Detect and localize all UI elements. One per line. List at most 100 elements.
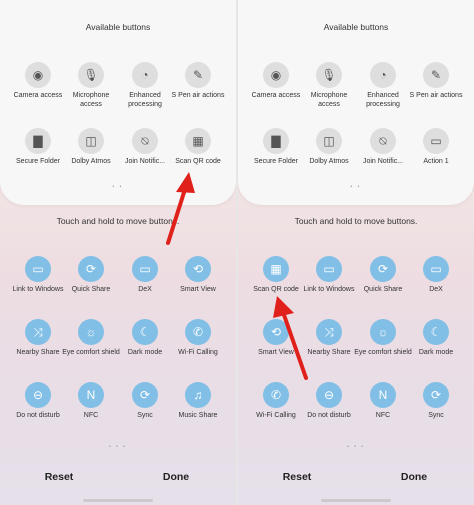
quick-setting-action[interactable]: ▭ Action 1 xyxy=(406,128,466,167)
quick-setting-pen[interactable]: ✎ S Pen air actions xyxy=(168,62,228,101)
wifi-calling-icon: ✆ xyxy=(185,319,211,345)
quick-setting-folder[interactable]: ▇ Secure Folder xyxy=(246,128,306,167)
quick-setting-dex[interactable]: ▭ DeX xyxy=(406,256,466,295)
home-indicator xyxy=(321,499,391,502)
quick-setting-wifi-calling[interactable]: ✆ Wi-Fi Calling xyxy=(246,382,306,421)
quick-setting-label: Link to Windows xyxy=(12,286,64,293)
dolby-icon: ◫ xyxy=(316,128,342,154)
quick-setting-label: Eye comfort shield xyxy=(62,349,120,356)
quick-setting-notification-off[interactable]: ⍉ Join Notific... xyxy=(353,128,413,167)
quick-setting-eye-comfort[interactable]: ☼ Eye comfort shield xyxy=(353,319,413,358)
sync-icon: ⟳ xyxy=(423,382,449,408)
qr-code-icon: ▦ xyxy=(185,128,211,154)
eye-comfort-icon: ☼ xyxy=(78,319,104,345)
reset-button[interactable]: Reset xyxy=(19,471,99,483)
quick-setting-camera[interactable]: ◉ Camera access xyxy=(8,62,68,101)
sync-icon: ⟳ xyxy=(132,382,158,408)
quick-setting-nfc[interactable]: N NFC xyxy=(61,382,121,421)
quick-setting-label: Dark mode xyxy=(127,349,163,356)
quick-setting-eye-comfort[interactable]: ☼ Eye comfort shield xyxy=(61,319,121,358)
notification-off-icon: ⍉ xyxy=(370,128,396,154)
quick-setting-label: NFC xyxy=(83,412,99,419)
quick-setting-label: Smart View xyxy=(180,286,216,293)
quick-setting-microphone[interactable]: 🎙 Microphone access xyxy=(61,62,121,109)
quick-setting-label: Dolby Atmos xyxy=(309,158,349,165)
quick-setting-label: Microphone access xyxy=(310,92,348,108)
done-button[interactable]: Done xyxy=(374,471,454,483)
quick-setting-dex[interactable]: ▭ DeX xyxy=(115,256,175,295)
page-indicator: • • • xyxy=(108,444,128,450)
quick-setting-link-to-windows[interactable]: ▭ Link to Windows xyxy=(8,256,68,295)
quick-setting-label: Sync xyxy=(137,412,153,419)
dex-icon: ▭ xyxy=(132,256,158,282)
available-buttons-card: Available buttons ◉ Camera access 🎙 Microph… xyxy=(238,0,474,205)
quick-setting-nfc[interactable]: N NFC xyxy=(353,382,413,421)
quick-setting-label: Quick Share xyxy=(363,286,403,293)
quick-setting-label: S Pen air actions xyxy=(171,92,225,99)
quick-setting-qr-code[interactable]: ▦ Scan QR code xyxy=(246,256,306,295)
quick-setting-label: Enhanced processing xyxy=(128,92,162,108)
pen-icon: ✎ xyxy=(185,62,211,88)
left-screenshot-panel: Available buttons ◉ Camera access 🎙 Microph… xyxy=(0,0,236,505)
quick-setting-label: Secure Folder xyxy=(254,158,298,165)
page-indicator: • • xyxy=(350,184,362,190)
quick-setting-smart-view[interactable]: ⟲ Smart View xyxy=(246,319,306,358)
quick-setting-label: Action 1 xyxy=(423,158,449,165)
quick-setting-music-share[interactable]: ♫ Music Share xyxy=(168,382,228,421)
quick-setting-label: Do not disturb xyxy=(307,412,351,419)
quick-setting-sync[interactable]: ⟳ Sync xyxy=(406,382,466,421)
quick-setting-sync[interactable]: ⟳ Sync xyxy=(115,382,175,421)
available-buttons-title: Available buttons xyxy=(85,22,151,32)
quick-setting-label: Secure Folder xyxy=(16,158,60,165)
quick-setting-link-to-windows[interactable]: ▭ Link to Windows xyxy=(299,256,359,295)
quick-setting-camera[interactable]: ◉ Camera access xyxy=(246,62,306,101)
quick-setting-notification-off[interactable]: ⍉ Join Notific... xyxy=(115,128,175,167)
quick-setting-label: Camera access xyxy=(13,92,63,99)
quick-setting-nearby-share[interactable]: ⤨ Nearby Share xyxy=(8,319,68,358)
quick-setting-microphone[interactable]: 🎙 Microphone access xyxy=(299,62,359,109)
move-hint-text: Touch and hold to move buttons. xyxy=(294,216,418,226)
quick-setting-moon[interactable]: ☾ Dark mode xyxy=(115,319,175,358)
quick-setting-gauge[interactable]: ◔ Enhanced processing xyxy=(353,62,413,109)
quick-setting-nearby-share[interactable]: ⤨ Nearby Share xyxy=(299,319,359,358)
link-to-windows-icon: ▭ xyxy=(25,256,51,282)
gauge-icon: ◔ xyxy=(370,62,396,88)
quick-setting-label: Dolby Atmos xyxy=(71,158,111,165)
do-not-disturb-icon: ⊖ xyxy=(316,382,342,408)
page-indicator: • • • xyxy=(346,444,366,450)
quick-setting-dolby[interactable]: ◫ Dolby Atmos xyxy=(61,128,121,167)
dex-icon: ▭ xyxy=(423,256,449,282)
quick-setting-moon[interactable]: ☾ Dark mode xyxy=(406,319,466,358)
camera-icon: ◉ xyxy=(25,62,51,88)
quick-setting-label: Music Share xyxy=(178,412,218,419)
quick-setting-label: Join Notific... xyxy=(362,158,404,165)
microphone-icon: 🎙 xyxy=(78,62,104,88)
done-button[interactable]: Done xyxy=(136,471,216,483)
quick-setting-dolby[interactable]: ◫ Dolby Atmos xyxy=(299,128,359,167)
quick-setting-label: DeX xyxy=(429,286,443,293)
do-not-disturb-icon: ⊖ xyxy=(25,382,51,408)
quick-setting-gauge[interactable]: ◔ Enhanced processing xyxy=(115,62,175,109)
nearby-share-icon: ⤨ xyxy=(25,319,51,345)
quick-setting-quick-share[interactable]: ⟳ Quick Share xyxy=(61,256,121,295)
quick-setting-smart-view[interactable]: ⟲ Smart View xyxy=(168,256,228,295)
quick-setting-do-not-disturb[interactable]: ⊖ Do not disturb xyxy=(299,382,359,421)
music-share-icon: ♫ xyxy=(185,382,211,408)
folder-icon: ▇ xyxy=(25,128,51,154)
eye-comfort-icon: ☼ xyxy=(370,319,396,345)
quick-setting-wifi-calling[interactable]: ✆ Wi-Fi Calling xyxy=(168,319,228,358)
quick-setting-quick-share[interactable]: ⟳ Quick Share xyxy=(353,256,413,295)
pen-icon: ✎ xyxy=(423,62,449,88)
quick-setting-qr-code[interactable]: ▦ Scan QR code xyxy=(168,128,228,167)
quick-setting-folder[interactable]: ▇ Secure Folder xyxy=(8,128,68,167)
quick-setting-pen[interactable]: ✎ S Pen air actions xyxy=(406,62,466,101)
nfc-icon: N xyxy=(370,382,396,408)
quick-setting-label: NFC xyxy=(375,412,391,419)
quick-setting-label: Eye comfort shield xyxy=(354,349,412,356)
reset-button[interactable]: Reset xyxy=(257,471,337,483)
quick-setting-label: DeX xyxy=(138,286,152,293)
right-screenshot-panel: Available buttons ◉ Camera access 🎙 Microph… xyxy=(238,0,474,505)
quick-setting-label: S Pen air actions xyxy=(409,92,463,99)
quick-setting-do-not-disturb[interactable]: ⊖ Do not disturb xyxy=(8,382,68,421)
available-buttons-card: Available buttons ◉ Camera access 🎙 Microph… xyxy=(0,0,236,205)
